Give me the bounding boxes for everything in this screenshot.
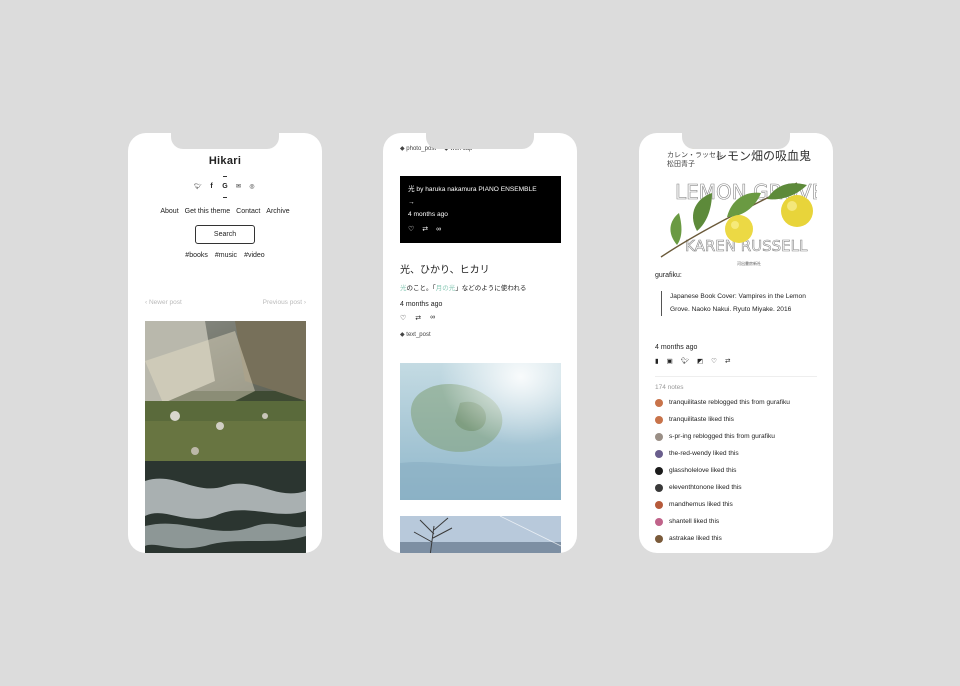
pinterest-icon[interactable]: ◩ xyxy=(697,357,703,365)
previous-post-link[interactable]: Previous post › xyxy=(263,299,306,306)
reblog-icon[interactable]: ⇄ xyxy=(415,314,421,322)
tag-music[interactable]: #music xyxy=(215,252,237,259)
search-button[interactable]: Search xyxy=(195,225,255,244)
note-text[interactable]: s-pr-ing reblogged this from gurafiku xyxy=(669,431,775,443)
reblog-icon[interactable]: ⇄ xyxy=(422,224,428,237)
avatar[interactable] xyxy=(655,433,663,441)
phone-notch xyxy=(171,133,279,149)
post-title[interactable]: 光、ひかり、ヒカリ xyxy=(400,261,490,276)
phone-notch xyxy=(426,133,534,149)
cover-text: 河出書房新社 xyxy=(737,260,761,266)
post-time[interactable]: 4 months ago xyxy=(400,301,442,308)
post-body: 光のこと。「月の光」などのように使われる xyxy=(400,282,526,292)
twitter-icon[interactable]: 🐦︎ xyxy=(681,357,689,365)
heart-icon[interactable]: ♡ xyxy=(400,314,406,322)
cover-text: 松田青子 xyxy=(667,159,695,168)
tag-links: #books #music #video xyxy=(128,252,322,259)
tag-books[interactable]: #books xyxy=(185,252,208,259)
note-text[interactable]: tranquilitaste liked this xyxy=(669,414,734,426)
nav-about[interactable]: About xyxy=(160,208,178,215)
facebook-icon[interactable]: ▣ xyxy=(667,357,673,365)
main-nav: About Get this theme Contact Archive xyxy=(128,208,322,215)
divider xyxy=(223,197,227,198)
note-text[interactable]: mandhemus liked this xyxy=(669,499,733,511)
audio-title[interactable]: 光 by haruka nakamura PIANO ENSEMBLE xyxy=(408,184,553,197)
note-item: the-red-wendy liked this xyxy=(655,448,817,460)
post-actions: ♡ ⇄ ∞ xyxy=(400,314,435,322)
avatar[interactable] xyxy=(655,416,663,424)
avatar[interactable] xyxy=(655,450,663,458)
link-icon[interactable]: ∞ xyxy=(436,224,441,237)
tag-icon: ◆ xyxy=(400,146,405,152)
reflection-photo[interactable] xyxy=(400,363,561,500)
instagram-icon[interactable]: ◎ xyxy=(248,183,256,190)
note-text[interactable]: shantell liked this xyxy=(669,516,719,528)
divider xyxy=(223,176,227,177)
phone-screen-permalink: カレン・ラッセル 松田青子 レモン畑の吸血鬼 LEMON GROVE KAREN… xyxy=(639,133,833,553)
phone-screen-posts: ◆ photo_post ◆ with cap 光 by haruka naka… xyxy=(383,133,577,553)
avatar[interactable] xyxy=(655,501,663,509)
note-item: glassholelove liked this xyxy=(655,465,817,477)
body-text: のこと。「 xyxy=(406,284,436,292)
notes-list: tranquilitaste reblogged this from guraf… xyxy=(655,397,817,550)
source-link[interactable]: gurafiku: xyxy=(655,272,682,279)
caption-quote: Japanese Book Cover: Vampires in the Lem… xyxy=(661,291,806,316)
nav-get-theme[interactable]: Get this theme xyxy=(185,208,231,215)
heart-icon[interactable]: ♡ xyxy=(711,357,717,365)
nav-archive[interactable]: Archive xyxy=(266,208,289,215)
link-icon[interactable]: ∞ xyxy=(430,314,435,322)
note-item: mandhemus liked this xyxy=(655,499,817,511)
avatar[interactable] xyxy=(655,484,663,492)
note-text[interactable]: eleventhtonone liked this xyxy=(669,482,742,494)
mail-icon[interactable]: ✉ xyxy=(235,183,243,190)
phone-screen-home: Hikari 🐦︎ f G ✉ ◎ About Get this theme C… xyxy=(128,133,322,553)
note-item: eleventhtonone liked this xyxy=(655,482,817,494)
book-cover-image[interactable]: カレン・ラッセル 松田青子 レモン畑の吸血鬼 LEMON GROVE KAREN… xyxy=(657,133,817,269)
heart-icon[interactable]: ♡ xyxy=(408,224,414,237)
avatar[interactable] xyxy=(655,399,663,407)
tag-icon: ◆ xyxy=(400,332,405,338)
nav-contact[interactable]: Contact xyxy=(236,208,260,215)
cover-text: レモン畑の吸血鬼 xyxy=(715,148,811,163)
note-item: s-pr-ing reblogged this from gurafiku xyxy=(655,431,817,443)
note-text[interactable]: glassholelove liked this xyxy=(669,465,736,477)
audio-arrow[interactable]: → xyxy=(408,197,553,210)
note-text[interactable]: the-red-wendy liked this xyxy=(669,448,739,460)
audio-time[interactable]: 4 months ago xyxy=(408,209,553,222)
post-time[interactable]: 4 months ago xyxy=(655,344,697,351)
google-icon[interactable]: G xyxy=(221,183,229,190)
tumblr-icon[interactable]: ▮ xyxy=(655,357,659,365)
audio-actions: ♡ ⇄ ∞ xyxy=(408,224,553,237)
twitter-icon[interactable]: 🐦︎ xyxy=(194,183,202,190)
avatar[interactable] xyxy=(655,518,663,526)
social-links: 🐦︎ f G ✉ ◎ xyxy=(194,183,256,190)
share-actions: ▮ ▣ 🐦︎ ◩ ♡ ⇄ xyxy=(655,357,730,365)
blog-title[interactable]: Hikari xyxy=(128,155,322,167)
note-item: astrakae liked this xyxy=(655,533,817,545)
note-item: tranquilitaste liked this xyxy=(655,414,817,426)
audio-post[interactable]: 光 by haruka nakamura PIANO ENSEMBLE → 4 … xyxy=(400,176,561,243)
divider xyxy=(655,376,817,377)
tag-text-post[interactable]: ◆ text_post xyxy=(400,331,431,338)
note-text[interactable]: astrakae liked this xyxy=(669,533,722,545)
note-item: tranquilitaste reblogged this from guraf… xyxy=(655,397,817,409)
avatar[interactable] xyxy=(655,467,663,475)
tag-video[interactable]: #video xyxy=(244,252,265,259)
tag-label: text_post xyxy=(406,332,431,338)
body-link-tsuki[interactable]: 月の光 xyxy=(436,284,456,292)
notes-count[interactable]: 174 notes xyxy=(655,384,684,391)
phone-notch xyxy=(682,133,790,149)
body-text: 」などのように使われる xyxy=(455,284,527,292)
avatar[interactable] xyxy=(655,535,663,543)
river-photo[interactable] xyxy=(145,321,306,553)
note-text[interactable]: tranquilitaste reblogged this from guraf… xyxy=(669,397,790,409)
tree-photo[interactable] xyxy=(400,516,561,553)
reblog-icon[interactable]: ⇄ xyxy=(725,357,730,365)
newer-post-link[interactable]: ‹ Newer post xyxy=(145,299,182,306)
facebook-icon[interactable]: f xyxy=(208,183,216,190)
note-item: shantell liked this xyxy=(655,516,817,528)
